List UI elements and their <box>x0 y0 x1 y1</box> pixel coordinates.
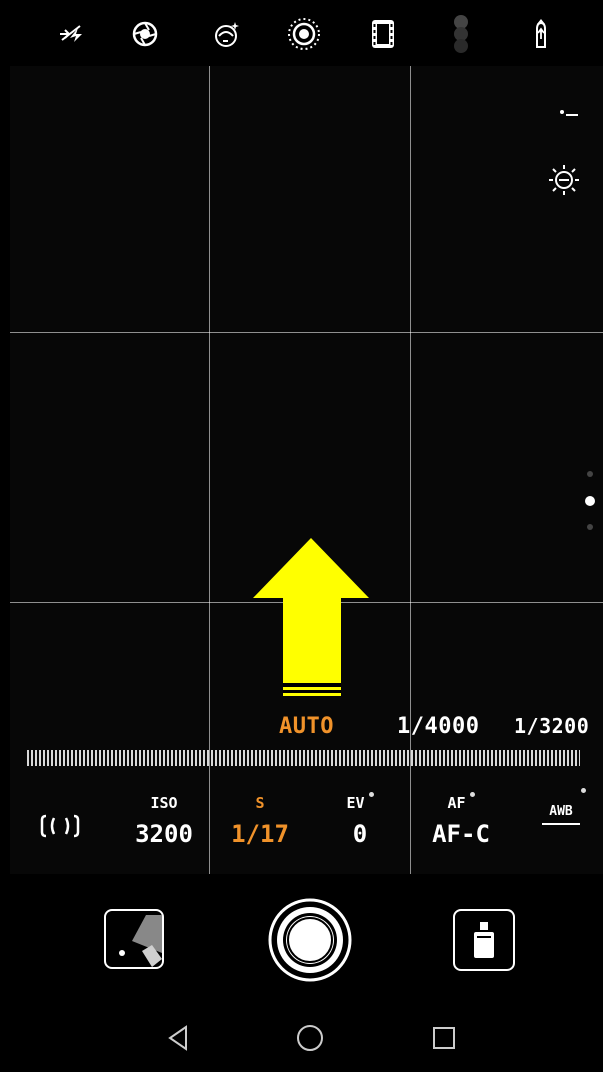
gallery-thumbnail[interactable] <box>104 909 164 969</box>
af-value: AF-C <box>432 820 490 848</box>
ev-label: EV <box>346 794 365 812</box>
flash-off-icon[interactable] <box>51 14 91 54</box>
iso-setting[interactable]: ISO 3200 <box>126 794 202 848</box>
wb-label: AWB <box>549 804 573 819</box>
camera-mode-icon[interactable] <box>453 909 515 971</box>
grid-line <box>10 332 603 333</box>
film-mode-icon[interactable] <box>363 14 403 54</box>
live-photo-icon[interactable] <box>284 14 324 54</box>
speed-option[interactable]: 1/3200 <box>514 714 589 738</box>
top-toolbar <box>0 0 603 66</box>
back-icon[interactable] <box>162 1022 194 1054</box>
settings-row: ISO 3200 S 1/17 EV 0 AF AF-C AWB <box>0 782 603 872</box>
navigation-bar <box>0 1004 603 1072</box>
wb-underline <box>542 823 580 825</box>
speed-option[interactable]: 1/4000 <box>397 714 479 739</box>
brightness-icon[interactable] <box>544 162 584 198</box>
shutter-label: S <box>255 794 265 812</box>
bottom-controls <box>0 874 603 1004</box>
speed-ruler[interactable] <box>27 750 580 766</box>
af-indicator-dot <box>469 792 475 797</box>
settings-swipe-icon[interactable] <box>520 14 560 54</box>
shutter-setting[interactable]: S 1/17 <box>222 794 298 848</box>
aperture-icon[interactable] <box>125 14 165 54</box>
speed-option-current[interactable]: AUTO <box>279 714 334 739</box>
page-dot[interactable] <box>587 524 593 530</box>
recents-icon[interactable] <box>428 1022 460 1054</box>
color-mode-icon[interactable] <box>441 14 481 54</box>
iso-label: ISO <box>150 794 178 812</box>
camera-screen: AUTO 1/4000 1/3200 ISO 3200 S 1/17 EV 0 … <box>0 0 603 1072</box>
ev-setting[interactable]: EV 0 <box>320 792 400 848</box>
swipe-up-arrow-icon <box>253 538 369 702</box>
exposure-comp-icon[interactable] <box>554 104 584 124</box>
af-setting[interactable]: AF AF-C <box>420 792 502 848</box>
af-label: AF <box>447 794 466 812</box>
page-dot[interactable] <box>587 471 593 477</box>
beauty-face-icon[interactable] <box>206 14 246 54</box>
shutter-button[interactable] <box>268 898 352 982</box>
shutter-speed-selector[interactable]: AUTO 1/4000 1/3200 <box>0 706 603 746</box>
wb-setting[interactable]: AWB <box>536 788 586 825</box>
page-dot-active[interactable] <box>585 496 595 506</box>
wb-indicator-dot <box>581 788 586 793</box>
ev-value: 0 <box>352 820 368 848</box>
ev-indicator-dot <box>368 792 374 797</box>
shutter-value: 1/17 <box>231 820 289 848</box>
home-icon[interactable] <box>294 1022 326 1054</box>
metering-icon[interactable] <box>38 812 82 844</box>
iso-value: 3200 <box>135 820 193 848</box>
